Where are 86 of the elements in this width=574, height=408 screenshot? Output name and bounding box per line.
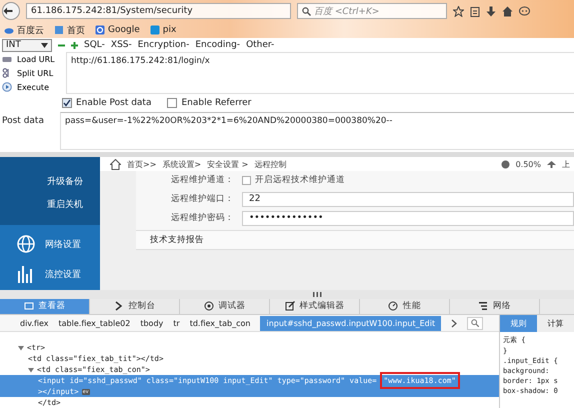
- home-icon[interactable]: [502, 6, 513, 16]
- target-icon: [204, 301, 214, 312]
- checkbox-label: Enable Referrer: [181, 98, 252, 108]
- expand-triangle-icon[interactable]: [28, 366, 34, 372]
- drive-icon: [2, 54, 12, 64]
- search-field[interactable]: 百度 <Ctrl+K>: [297, 3, 447, 19]
- devtools-tab[interactable]: 性能: [360, 298, 450, 314]
- report-link[interactable]: 技术支持报告: [150, 234, 204, 246]
- back-button[interactable]: [2, 2, 20, 20]
- sidebar-item[interactable]: 网络设置: [0, 235, 100, 253]
- download-icon[interactable]: [486, 6, 496, 16]
- breadcrumb-link[interactable]: 首页>>: [127, 158, 156, 170]
- sidebar-tab[interactable]: 计算: [537, 315, 574, 332]
- password-field[interactable]: ••••••••••••••: [242, 210, 574, 226]
- bookmark-item[interactable]: 首页: [54, 24, 85, 36]
- menu-item[interactable]: Encryption-: [138, 40, 190, 50]
- upload-text: 上: [562, 158, 570, 170]
- menu-item[interactable]: Other-: [246, 40, 274, 50]
- post-data-label: Post data: [1, 115, 45, 128]
- checkbox[interactable]: [62, 98, 72, 108]
- devtools-tab[interactable]: 控制台: [90, 298, 180, 314]
- node-breadcrumb[interactable]: div.fiex: [20, 318, 49, 328]
- globe-icon: [17, 235, 35, 253]
- node-breadcrumb[interactable]: tr: [173, 318, 180, 328]
- left-arrow-icon: [3, 7, 13, 15]
- field-label: 远程维护通道：: [170, 174, 235, 186]
- search-button[interactable]: [467, 316, 484, 330]
- action-button[interactable]: Split URL: [0, 66, 62, 80]
- bookmark-item[interactable]: Google: [95, 25, 140, 35]
- window-icon: [24, 301, 34, 312]
- square-icon: [150, 25, 160, 35]
- gauge-icon: [388, 301, 398, 312]
- address-bar[interactable]: 61.186.175.242:81/System/security: [26, 3, 291, 19]
- menu-item[interactable]: SQL-: [84, 40, 105, 50]
- bookmark-item[interactable]: pix: [150, 25, 176, 35]
- sidebar-item[interactable]: 重启关机: [0, 198, 100, 211]
- play-icon: [2, 82, 12, 92]
- bar-chart-icon: [17, 265, 35, 283]
- chevron-icon: [114, 301, 124, 312]
- bookmark-item[interactable]: 百度云: [4, 24, 44, 36]
- minus-icon[interactable]: [58, 42, 65, 48]
- home-icon[interactable]: [110, 158, 121, 170]
- encoding-select[interactable]: INT: [2, 38, 52, 52]
- checkbox-label: Enable Post data: [76, 98, 152, 108]
- upload-arrow-icon: [547, 160, 556, 168]
- devtools-tab[interactable]: 网络: [450, 298, 540, 314]
- menu-item[interactable]: Encoding-: [195, 40, 240, 50]
- breadcrumb-link[interactable]: 系统设置>: [162, 158, 202, 170]
- devtools-tab[interactable]: 调试器: [180, 298, 270, 314]
- sidebar-item[interactable]: 升级备份: [0, 175, 100, 188]
- checkbox-label: 开启远程技术维护通道: [255, 174, 345, 186]
- ring-icon: [95, 25, 105, 35]
- dropdown-caret-icon: [41, 42, 48, 48]
- usage-text: 0.50%: [516, 160, 541, 168]
- post-data-textarea[interactable]: pass=&user=-1%22%20OR%203*2*1=6%20AND%20000380=000380%20--: [60, 112, 574, 150]
- action-button[interactable]: Load URL: [0, 52, 62, 66]
- breadcrumb-link[interactable]: 远程控制: [254, 158, 286, 170]
- node-breadcrumb[interactable]: td.fiex_tab_con: [190, 318, 250, 328]
- clipboard-icon[interactable]: [470, 6, 480, 16]
- plus-icon[interactable]: [71, 42, 78, 48]
- page-icon: [54, 25, 64, 35]
- star-icon[interactable]: [453, 6, 464, 16]
- next-button[interactable]: [451, 318, 458, 328]
- node-breadcrumb[interactable]: tbody: [140, 318, 164, 328]
- search-icon: [302, 6, 311, 16]
- url-textarea[interactable]: http://61.186.175.242:81/login/x: [66, 52, 574, 94]
- port-field[interactable]: 22: [242, 192, 574, 206]
- node-breadcrumb[interactable]: table.fiex_table02: [58, 318, 130, 328]
- checkbox[interactable]: [242, 176, 251, 184]
- chat-icon[interactable]: [519, 6, 530, 16]
- chip-icon: [500, 160, 510, 168]
- breadcrumb-link[interactable]: 安全设置 >: [207, 158, 248, 170]
- cloud-icon: [4, 25, 14, 35]
- search-icon: [471, 319, 480, 327]
- chevron-right-icon: [451, 318, 458, 328]
- sidebar-item[interactable]: 流控设置: [0, 265, 100, 283]
- checkbox[interactable]: [167, 98, 178, 108]
- devtools-tab[interactable]: 样式编辑器: [270, 298, 360, 314]
- pencil-icon: [284, 301, 294, 312]
- action-button[interactable]: Execute: [0, 80, 62, 94]
- resize-grip-icon[interactable]: [312, 292, 322, 297]
- lines-icon: [478, 301, 488, 312]
- expand-triangle-icon[interactable]: [18, 344, 24, 350]
- field-label: 远程维护端口：: [170, 193, 235, 205]
- menu-item[interactable]: XSS-: [110, 40, 132, 50]
- field-label: 远程维护密码：: [170, 212, 235, 224]
